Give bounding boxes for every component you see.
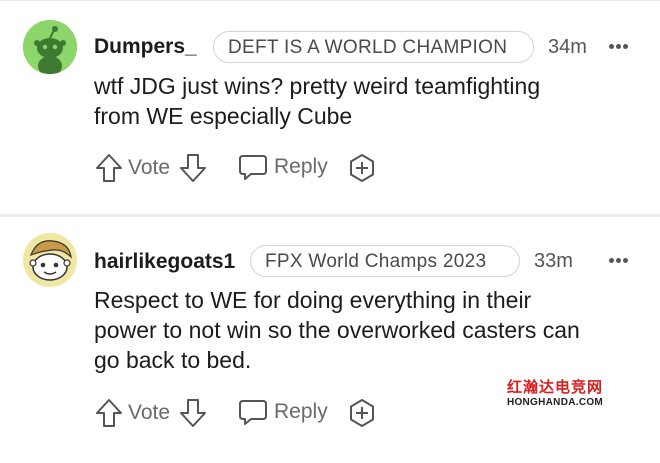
username[interactable]: hairlikegoats1	[94, 250, 235, 274]
more-dots-icon	[609, 258, 614, 263]
timestamp[interactable]: 33m	[534, 250, 573, 273]
downvote-button[interactable]	[178, 397, 208, 429]
upvote-button[interactable]	[94, 152, 124, 184]
award-plus-icon	[350, 154, 374, 182]
downvote-button[interactable]	[178, 152, 208, 184]
comment-body: wtf JDG just wins? pretty weird teamfigh…	[94, 73, 541, 129]
award-button[interactable]	[347, 152, 377, 184]
arrow-up-icon	[96, 154, 122, 182]
arrow-down-icon	[180, 399, 206, 427]
more-dot	[616, 258, 621, 263]
vote-label: Vote	[128, 401, 171, 424]
arrow-down-icon	[180, 154, 206, 182]
reply-label: Reply	[274, 400, 328, 423]
more-dot	[623, 258, 628, 263]
reply-button[interactable]	[238, 152, 268, 182]
award-plus-icon	[350, 399, 374, 427]
comment-body: Respect to WE for doing everything in th…	[94, 287, 580, 373]
comment-actions: Vote Reply	[94, 152, 394, 184]
reply-button[interactable]	[238, 397, 268, 427]
watermark-chinese-text: 红瀚达电竞网	[506, 378, 603, 396]
more-options-button[interactable]	[609, 38, 630, 49]
comment: hairlikegoats1 FPX World Champs 2023 33m…	[0, 217, 660, 463]
more-options-button[interactable]	[609, 252, 630, 263]
comment-thread: Dumpers_ DEFT IS A WORLD CHAMPION 34m wt…	[0, 0, 660, 463]
snoo-avatar-icon	[23, 233, 77, 287]
award-button[interactable]	[347, 397, 377, 429]
upvote-button[interactable]	[94, 397, 124, 429]
username[interactable]: Dumpers_	[94, 35, 197, 59]
timestamp[interactable]: 34m	[548, 36, 587, 59]
comment-actions: Vote Reply	[94, 397, 394, 429]
snoo-avatar-icon	[23, 20, 77, 74]
speech-bubble-icon	[239, 155, 267, 180]
more-dots-icon	[609, 44, 614, 49]
arrow-up-icon	[96, 399, 122, 427]
comment: Dumpers_ DEFT IS A WORLD CHAMPION 34m wt…	[0, 0, 660, 214]
more-dot	[616, 44, 621, 49]
user-flair: FPX World Champs 2023	[250, 245, 520, 277]
user-flair: DEFT IS A WORLD CHAMPION	[213, 31, 534, 63]
watermark-domain-text: HONGHANDA.COM	[506, 397, 604, 408]
reply-label: Reply	[274, 155, 328, 178]
avatar[interactable]	[23, 20, 77, 74]
speech-bubble-icon	[239, 400, 267, 425]
vote-label: Vote	[128, 156, 171, 179]
more-dot	[623, 44, 628, 49]
avatar[interactable]	[23, 233, 77, 287]
site-watermark: 红瀚达电竞网 HONGHANDA.COM	[500, 378, 610, 414]
